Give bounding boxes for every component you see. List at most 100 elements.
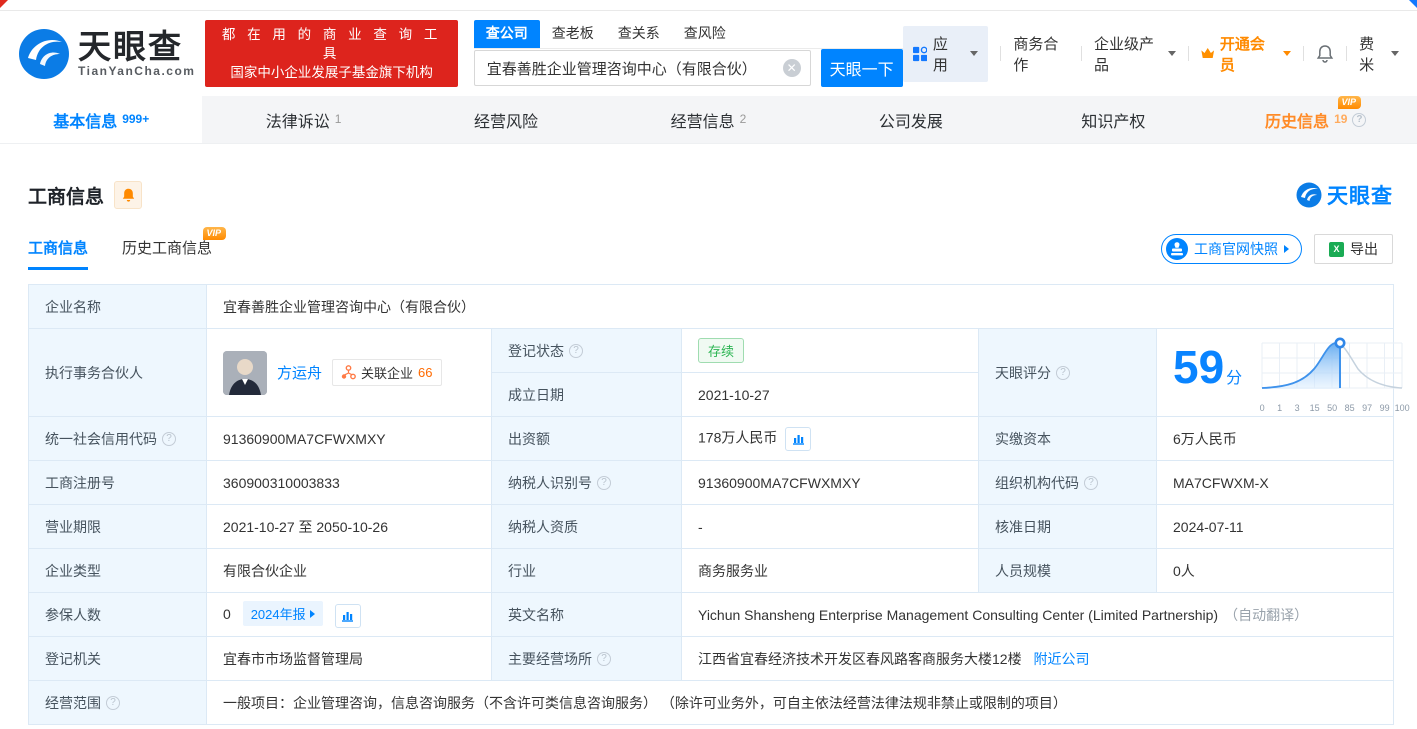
divider (1081, 46, 1082, 61)
insured-chart-icon[interactable] (334, 603, 361, 628)
score-axis-ticks: 0 1 3 15 50 85 97 99 100 (1259, 402, 1410, 413)
official-snapshot-button[interactable]: 工商官网快照 (1161, 234, 1302, 264)
reg-number-value: 360900310003833 (206, 460, 492, 505)
field-label: 纳税人资质 (491, 504, 682, 549)
apps-menu-button[interactable]: 应用 (902, 25, 989, 82)
site-header: 天眼查 TianYanCha.com 都 在 用 的 商 业 查 询 工 具 国… (0, 11, 1417, 96)
brand-slogan: 都 在 用 的 商 业 查 询 工 具 国家中小企业发展子基金旗下机构 (205, 20, 458, 87)
bell-icon (122, 188, 134, 202)
vip-badge: VIP (1337, 95, 1362, 109)
tyc-score-cell: 59 分 0 1 3 15 50 85 97 99 100 (1156, 328, 1410, 417)
field-label: 行业 (491, 548, 682, 593)
tab-basic-info[interactable]: 基本信息 999+ (0, 96, 203, 143)
field-label: 核准日期 (978, 504, 1157, 549)
brand-name: 天眼查 (78, 27, 183, 65)
chevron-down-icon (970, 51, 979, 56)
vip-badge: VIP (202, 227, 227, 240)
enterprise-products-label: 企业级产品 (1093, 35, 1154, 74)
field-label: 登记状态 (491, 328, 682, 373)
search-input[interactable] (473, 50, 811, 86)
reg-authority-value: 宜春市市场监督管理局 (206, 636, 492, 681)
field-label: 组织机构代码 (978, 460, 1157, 505)
search-tab-company[interactable]: 查公司 (473, 20, 540, 48)
tab-label-wrap: 历史信息 VIP (1265, 95, 1362, 132)
tab-label: 基本信息 (53, 113, 118, 131)
grid-icon (912, 46, 927, 61)
field-label: 经营范围 (28, 680, 207, 725)
tab-business-risk[interactable]: 经营风险 (405, 96, 607, 143)
corner-decoration-left (0, 0, 8, 8)
business-term-value: 2021-10-27 至 2050-10-26 (206, 504, 492, 549)
table-row: 企业名称 宜春善胜企业管理咨询中心（有限合伙） (28, 284, 1394, 329)
tab-label: 公司发展 (878, 113, 943, 131)
help-icon[interactable] (1056, 365, 1070, 380)
help-icon[interactable] (597, 475, 611, 490)
tab-legal-litigation[interactable]: 法律诉讼 1 (202, 96, 404, 143)
table-row: 经营范围 一般项目：企业管理咨询，信息咨询服务（不含许可类信息咨询服务） （除许… (28, 680, 1394, 725)
managing-partner-cell: 方运舟 关联企业 66 (206, 328, 492, 417)
notification-bell-icon[interactable] (1316, 44, 1334, 63)
search-area: 查公司 查老板 查关系 查风险 ✕ 天眼一下 (473, 20, 903, 87)
status-tag: 存续 (698, 338, 745, 363)
search-button[interactable]: 天眼一下 (820, 49, 903, 87)
insured-count-cell: 0 2024年报 (206, 592, 492, 637)
tianyancha-logo[interactable]: 天眼查 TianYanCha.com (18, 28, 195, 80)
help-icon[interactable] (569, 343, 583, 358)
business-address-cell: 江西省宜春经济技术开发区春风路客商服务大楼12楼 附近公司 (681, 636, 1394, 681)
subtab-label-wrap: 历史工商信息 VIP (122, 227, 227, 257)
tab-label: 经营信息 (670, 113, 735, 131)
export-button[interactable]: X 导出 (1314, 234, 1393, 264)
nearby-companies-link[interactable]: 附近公司 (1033, 651, 1089, 667)
crown-icon (1201, 48, 1215, 59)
partner-name-link[interactable]: 方运舟 (277, 362, 322, 383)
tab-company-development[interactable]: 公司发展 (810, 96, 1012, 143)
chevron-down-icon (1283, 51, 1292, 56)
field-label: 统一社会信用代码 (28, 416, 207, 461)
help-icon[interactable] (1352, 112, 1367, 127)
credit-code-value: 91360900MA7CFWXMXY (206, 416, 492, 461)
tab-label: 历史信息 (1265, 113, 1330, 131)
reg-status-cell: 存续 (681, 328, 979, 373)
help-icon[interactable] (1084, 475, 1098, 490)
related-label: 关联企业 (361, 366, 414, 381)
username: 费米 (1359, 35, 1375, 74)
chevron-down-icon (1167, 51, 1176, 56)
org-network-icon (341, 365, 356, 380)
help-icon[interactable] (106, 695, 120, 710)
nav-cooperation[interactable]: 商务合作 (1013, 33, 1069, 75)
section-title: 工商信息 (28, 186, 105, 208)
approval-date-value: 2024-07-11 (1156, 504, 1394, 549)
related-companies-badge[interactable]: 关联企业 66 (332, 359, 442, 386)
tab-label: 知识产权 (1081, 113, 1146, 131)
arrow-right-icon (309, 609, 315, 618)
tab-business-info[interactable]: 经营信息 2 (607, 96, 809, 143)
table-row: 执行事务合伙人 方运舟 关联企业 66 登记状态 ? 存续 天眼评分 ? 59 … (28, 328, 1410, 417)
monitor-bell-button[interactable] (114, 181, 143, 209)
excel-icon: X (1329, 241, 1344, 257)
capital-chart-icon[interactable] (785, 426, 812, 451)
search-tab-boss[interactable]: 查老板 (540, 20, 606, 48)
subtab-history-registration[interactable]: 历史工商信息 VIP (122, 227, 227, 270)
search-tab-relation[interactable]: 查关系 (606, 20, 672, 48)
tab-history-info[interactable]: 历史信息 VIP 19 (1215, 95, 1417, 143)
table-row: 工商注册号 360900310003833 纳税人识别号 91360900MA7… (28, 460, 1394, 505)
corner-decoration-right (1409, 0, 1417, 8)
user-menu[interactable]: 费米 (1359, 33, 1399, 75)
nav-enterprise-products[interactable]: 企业级产品 (1094, 33, 1176, 75)
related-count: 66 (418, 365, 433, 380)
search-tab-risk[interactable]: 查风险 (672, 20, 738, 48)
field-label: 企业名称 (28, 284, 207, 329)
company-detail-tabs: 基本信息 999+ 法律诉讼 1 经营风险 经营信息 2 公司发展 知识产权 历… (0, 95, 1417, 144)
annual-report-tag[interactable]: 2024年报 (242, 601, 323, 627)
field-label: 登记机关 (28, 636, 207, 681)
tab-intellectual-property[interactable]: 知识产权 (1012, 96, 1214, 143)
vip-membership-button[interactable]: 开通会员 (1200, 33, 1292, 75)
partner-avatar[interactable] (223, 350, 267, 395)
subtab-business-registration[interactable]: 工商信息 (28, 237, 89, 270)
main-content: 工商信息 天眼查 工商信息 历史工商信息 VIP 工商官网快照 X 导出 企业名… (0, 144, 1417, 725)
field-label: 人员规模 (978, 548, 1157, 593)
help-icon[interactable] (597, 651, 611, 666)
help-icon[interactable] (162, 431, 176, 446)
clear-icon[interactable]: ✕ (782, 59, 801, 77)
score-value: 59 分 (1173, 340, 1243, 393)
